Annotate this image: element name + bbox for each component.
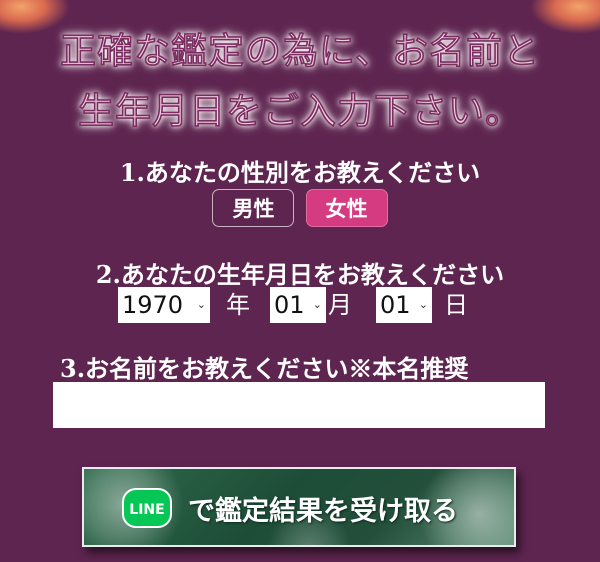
gender-question: 1.あなたの性別をお教えください bbox=[119, 158, 481, 187]
headline-line1: 正確な鑑定の為に、お名前と bbox=[60, 30, 540, 73]
birth-day-value: 01 bbox=[380, 291, 411, 319]
birth-month-value: 01 bbox=[274, 291, 305, 319]
chevron-down-icon: ⌄ bbox=[196, 298, 206, 311]
birth-day-select[interactable]: 01 ⌄ bbox=[376, 287, 432, 323]
name-input[interactable] bbox=[53, 382, 545, 428]
chevron-down-icon: ⌄ bbox=[418, 298, 428, 311]
gender-options: 男性 女性 bbox=[0, 189, 600, 227]
line-logo-icon: LINE bbox=[122, 488, 172, 528]
gender-female-button[interactable]: 女性 bbox=[305, 189, 388, 227]
chevron-down-icon: ⌄ bbox=[312, 298, 322, 311]
line-submit-label: で鑑定結果を受け取る bbox=[188, 496, 458, 527]
line-submit-button[interactable]: LINE で鑑定結果を受け取る bbox=[82, 467, 516, 547]
birthdate-question: 2.あなたの生年月日をお教えください bbox=[95, 260, 505, 289]
birth-month-select[interactable]: 01 ⌄ bbox=[270, 287, 326, 323]
day-unit-label: 日 bbox=[444, 291, 468, 319]
birth-year-value: 1970 bbox=[122, 291, 184, 319]
gender-male-button[interactable]: 男性 bbox=[212, 189, 295, 227]
month-unit-label: 月 bbox=[328, 291, 352, 319]
year-unit-label: 年 bbox=[226, 291, 250, 319]
name-question: 3.お名前をお教えください※本名推奨 bbox=[60, 354, 469, 383]
headline-line2: 生年月日をご入力下さい。 bbox=[77, 90, 522, 133]
birth-year-select[interactable]: 1970 ⌄ bbox=[118, 287, 210, 323]
